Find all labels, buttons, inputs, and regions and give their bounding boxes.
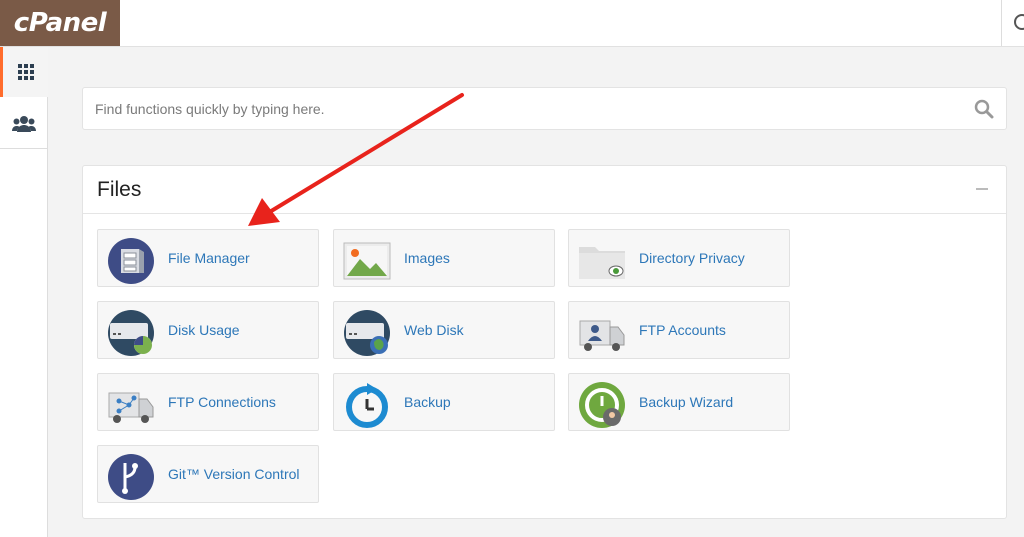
quick-search xyxy=(82,87,1007,130)
tile-label: Images xyxy=(404,250,450,266)
backup-tile[interactable]: Backup xyxy=(333,373,555,431)
file-manager-tile[interactable]: File Manager xyxy=(97,229,319,287)
files-panel: Files File Manager Images Directory Priv… xyxy=(82,165,1007,519)
tile-label: Disk Usage xyxy=(168,322,240,338)
user-menu-icon[interactable] xyxy=(1014,14,1024,30)
images-tile[interactable]: Images xyxy=(333,229,555,287)
tile-label: FTP Accounts xyxy=(639,322,726,338)
grid-icon xyxy=(17,64,34,80)
tile-label: Directory Privacy xyxy=(639,250,745,266)
ftp-accounts-icon xyxy=(579,320,625,351)
tile-label: Backup xyxy=(404,394,451,410)
files-panel-header: Files xyxy=(83,166,1006,214)
tile-label: FTP Connections xyxy=(168,394,276,410)
nav-user-manager[interactable] xyxy=(0,99,48,149)
directory-privacy-tile[interactable]: Directory Privacy xyxy=(568,229,790,287)
git-version-control-tile[interactable]: Git™ Version Control xyxy=(97,445,319,503)
images-icon xyxy=(343,242,391,280)
directory-privacy-icon xyxy=(579,247,625,279)
users-icon xyxy=(12,115,36,132)
cpanel-logo[interactable]: cPanel xyxy=(0,0,120,46)
panel-title: Files xyxy=(97,178,142,201)
web-disk-icon xyxy=(344,310,390,356)
top-bar: cPanel xyxy=(0,0,1024,47)
tile-label: Git™ Version Control xyxy=(168,466,300,482)
top-divider xyxy=(1001,0,1002,46)
disk-usage-tile[interactable]: Disk Usage xyxy=(97,301,319,359)
search-icon[interactable] xyxy=(974,99,994,119)
ftp-accounts-tile[interactable]: FTP Accounts xyxy=(568,301,790,359)
ftp-connections-tile[interactable]: FTP Connections xyxy=(97,373,319,431)
tile-label: Backup Wizard xyxy=(639,394,734,410)
left-sidebar xyxy=(0,47,48,537)
tile-label: File Manager xyxy=(168,250,250,266)
nav-tools[interactable] xyxy=(0,47,48,97)
backup-wizard-icon xyxy=(579,382,625,428)
search-input[interactable] xyxy=(83,88,963,129)
ftp-connections-icon xyxy=(108,392,154,423)
disk-usage-icon xyxy=(108,310,154,356)
tile-label: Web Disk xyxy=(404,322,464,338)
backup-wizard-tile[interactable]: Backup Wizard xyxy=(568,373,790,431)
collapse-icon[interactable] xyxy=(976,188,988,190)
backup-icon xyxy=(346,383,388,428)
git-icon xyxy=(108,454,154,500)
file-manager-icon xyxy=(108,238,154,284)
web-disk-tile[interactable]: Web Disk xyxy=(333,301,555,359)
